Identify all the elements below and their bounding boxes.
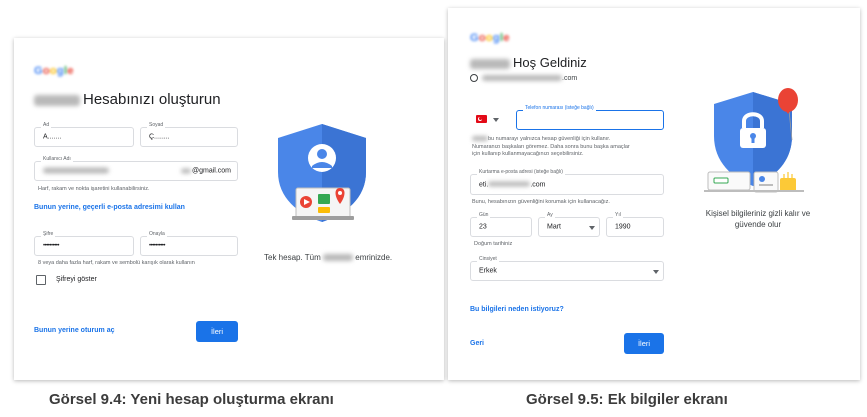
blurred-brand (470, 58, 510, 69)
birthday-label: Doğum tarihiniz (474, 241, 513, 247)
back-link[interactable]: Geri (470, 340, 484, 347)
privacy-shield-illustration (704, 88, 804, 193)
username-hint: Harf, rakam ve nokta işaretini kullanabi… (38, 186, 150, 192)
account-shield-illustration (278, 124, 366, 222)
page-title: Hesabınızı oluşturun (34, 91, 221, 108)
google-logo: Google (470, 32, 510, 44)
additional-info-card: Google Hoş Geldiniz .com Telefon numaras… (448, 8, 860, 380)
country-dropdown-icon[interactable] (493, 118, 499, 122)
welcome-title: Hoş Geldiniz (470, 55, 587, 70)
blurred-username (43, 167, 109, 174)
use-email-link[interactable]: Bunun yerine, geçerli e-posta adresimi k… (34, 204, 185, 211)
why-we-ask-link[interactable]: Bu bilgileri neden istiyoruz? (470, 306, 564, 313)
tagline: Tek hesap. Tüm emrinizde. (264, 253, 393, 262)
password-field[interactable]: Şifre •••••••••• (34, 231, 134, 256)
recovery-hint: Bunu, hesabınızın güvenliğini korumak iç… (472, 199, 610, 205)
turkey-flag-icon[interactable] (476, 115, 487, 123)
chat-icon (318, 194, 330, 204)
gender-select[interactable]: Cinsiyet Erkek (470, 256, 664, 281)
password-hint: 8 veya daha fazla harf, rakam ve sembolü… (38, 260, 195, 266)
blurred-brand (34, 94, 80, 106)
show-password-label: Şifreyi göster (56, 276, 97, 283)
show-password-checkbox[interactable] (36, 275, 46, 285)
page: Google Hesabınızı oluşturun Ad A....... … (0, 0, 867, 417)
caption-left: Görsel 9.4: Yeni hesap oluşturma ekranı (49, 391, 334, 408)
next-button[interactable]: İleri (196, 321, 238, 342)
last-name-field[interactable]: Soyad Ç........ (140, 122, 238, 147)
phone-number-field[interactable]: Telefon numarası (isteğe bağlı) (516, 105, 664, 130)
google-logo: Google (34, 65, 74, 77)
confirm-password-field[interactable]: Onayla •••••••••• (140, 231, 238, 256)
month-select[interactable]: Ay Mart (538, 212, 600, 237)
sign-in-instead-link[interactable]: Bunun yerine oturum aç (34, 327, 115, 334)
chevron-down-icon (589, 226, 595, 230)
recovery-email-field[interactable]: Kurtarma e-posta adresi (isteğe bağlı) e… (470, 169, 664, 195)
day-field[interactable]: Gün 23 (470, 212, 532, 237)
account-email: .com (470, 74, 577, 82)
first-name-field[interactable]: Ad A....... (34, 122, 134, 147)
caption-right: Görsel 9.5: Ek bilgiler ekranı (526, 391, 728, 408)
account-circle-icon (470, 74, 478, 82)
privacy-text: Kişisel bilgileriniz gizli kalır ve güve… (705, 209, 811, 229)
chevron-down-icon (653, 270, 659, 274)
user-icon (759, 176, 765, 182)
username-field[interactable]: Kullanıcı Adı @gmail.com (34, 156, 238, 181)
next-button[interactable]: İleri (624, 333, 664, 354)
year-field[interactable]: Yıl 1990 (606, 212, 664, 237)
create-account-card: Google Hesabınızı oluşturun Ad A....... … (14, 38, 444, 380)
balloon-icon (778, 88, 798, 112)
phone-hint: bu numarayı yalnızca hesap güvenliği içi… (472, 136, 630, 157)
